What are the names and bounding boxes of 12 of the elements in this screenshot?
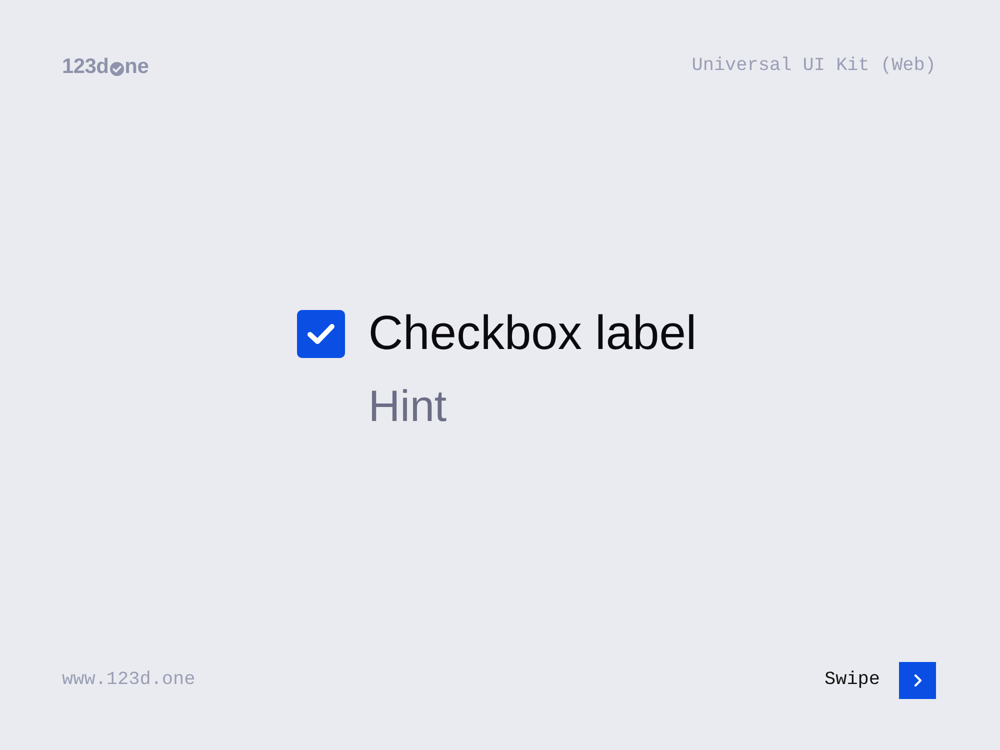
check-circle-icon	[110, 62, 124, 76]
logo-text: ne	[124, 56, 149, 77]
checkbox-label: Checkbox label	[368, 308, 697, 358]
chevron-right-icon	[914, 674, 922, 687]
kit-title: Universal UI Kit (Web)	[692, 57, 936, 76]
checkmark-icon	[307, 322, 336, 344]
checkbox[interactable]	[297, 310, 346, 358]
logo-text: 123d	[62, 56, 109, 77]
swipe-label: Swipe	[824, 671, 880, 690]
next-button[interactable]	[899, 662, 936, 699]
website-url: www.123d.one	[62, 671, 196, 690]
hint-text: Hint	[368, 382, 448, 430]
